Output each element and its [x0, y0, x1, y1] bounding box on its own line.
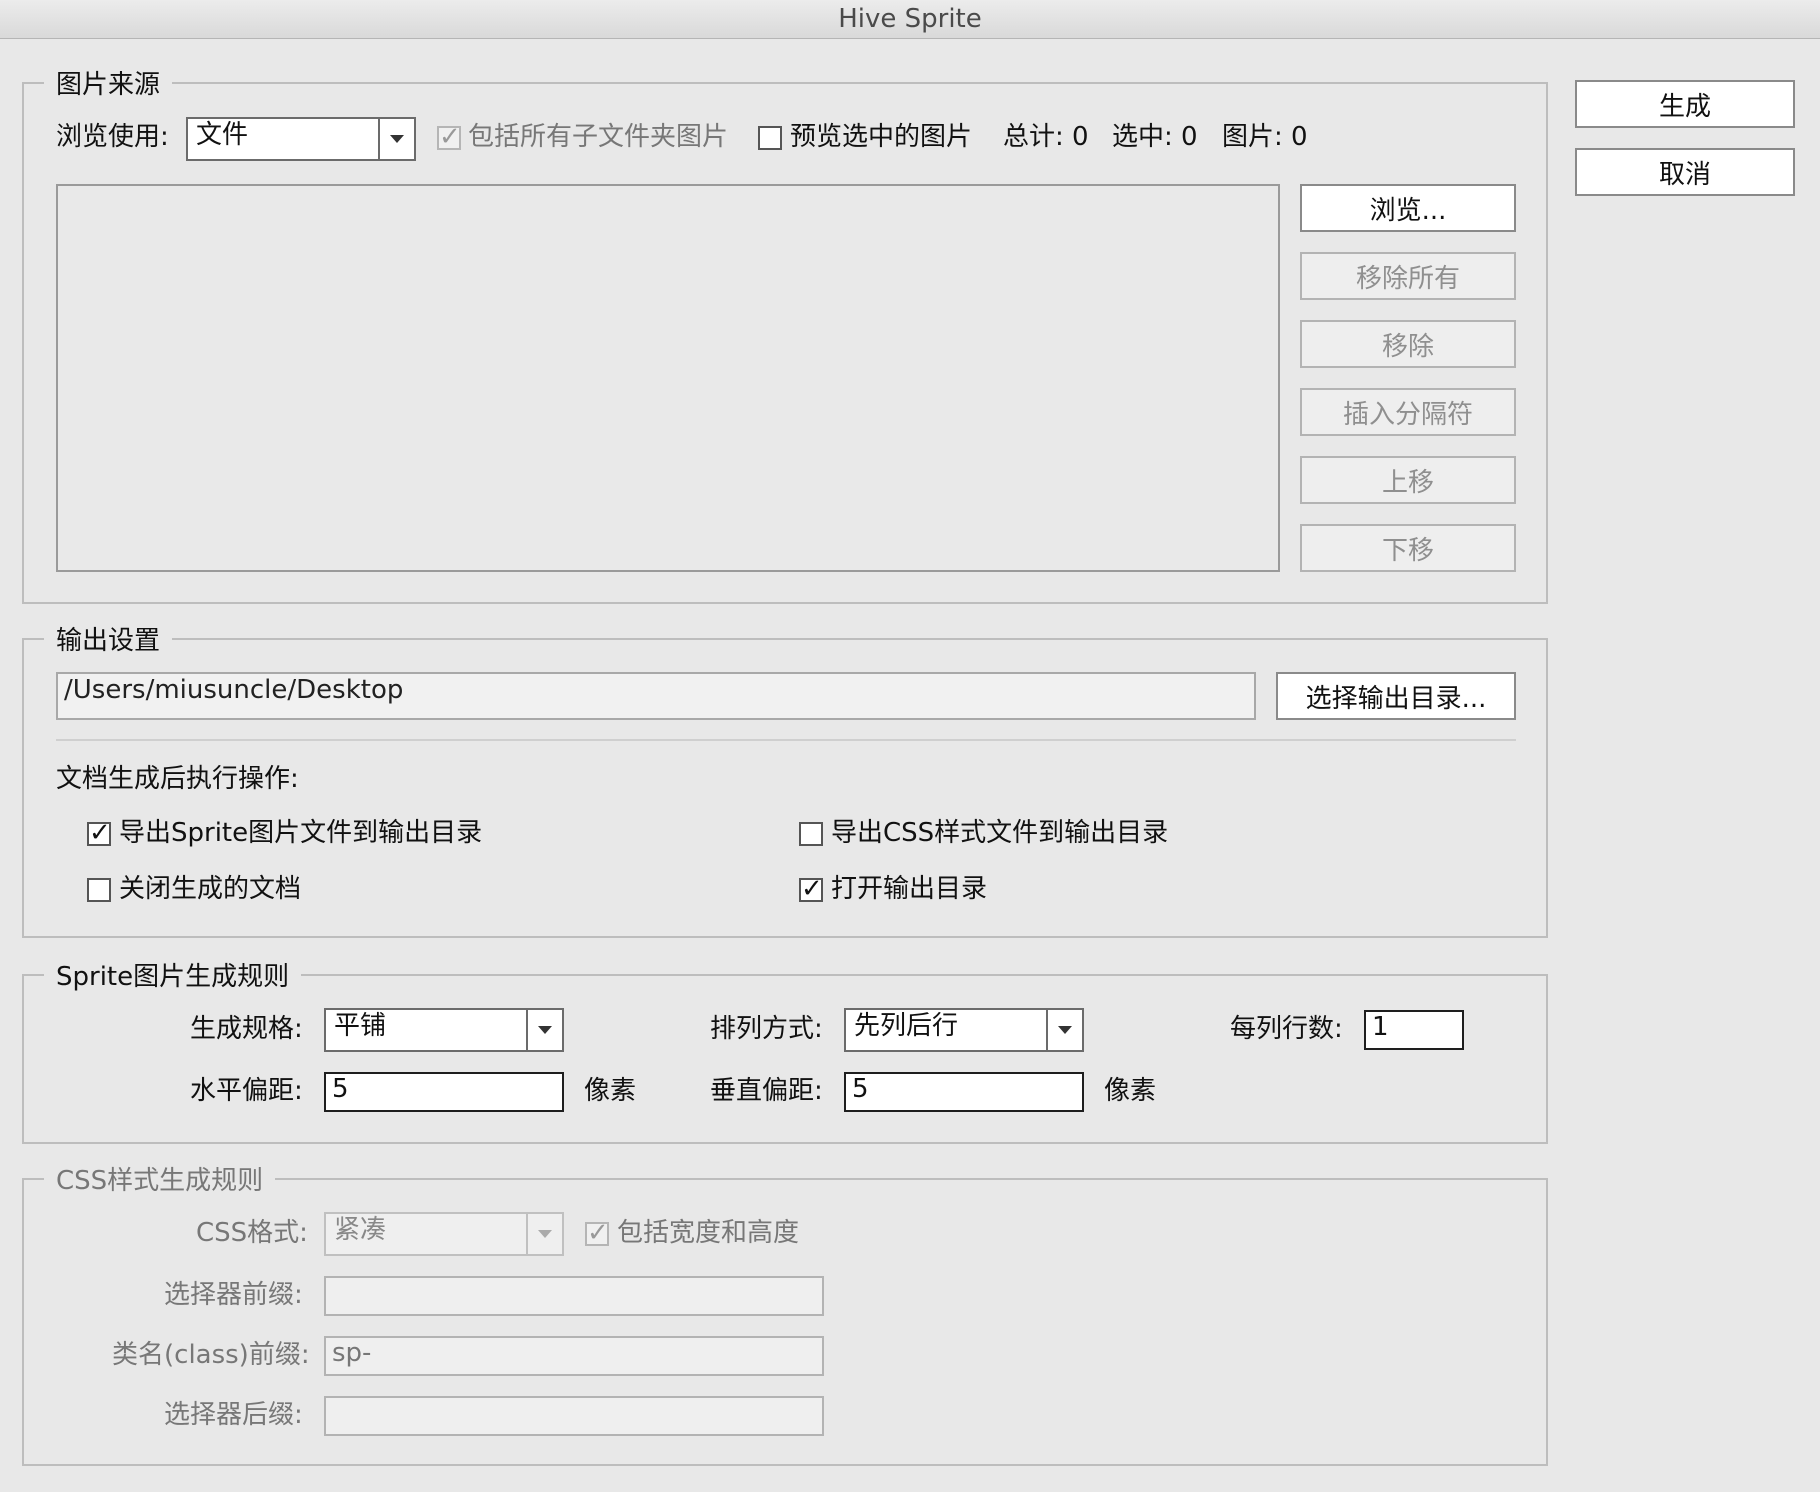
arrange-select[interactable]: 先列后行: [844, 1008, 1084, 1052]
image-list[interactable]: [56, 184, 1280, 572]
rows-per-column-label: 每列行数:: [1230, 1014, 1343, 1044]
window-title: Hive Sprite: [0, 0, 1820, 39]
sprite-rules-legend: Sprite图片生成规则: [44, 960, 302, 994]
generate-button[interactable]: 生成: [1575, 80, 1795, 128]
open-output-dir-label: 打开输出目录: [831, 874, 988, 904]
insert-separator-button[interactable]: 插入分隔符: [1300, 388, 1516, 436]
preview-selected-label: 预览选中的图片: [790, 122, 973, 152]
include-subfolders-label: 包括所有子文件夹图片: [468, 122, 729, 152]
v-gap-label: 垂直偏距:: [710, 1076, 823, 1106]
chevron-down-icon: [378, 119, 414, 159]
chevron-down-icon: [1046, 1010, 1082, 1050]
css-rules-legend: CSS样式生成规则: [44, 1164, 276, 1198]
spec-value: 平铺: [334, 1011, 387, 1041]
chevron-down-icon: [526, 1214, 562, 1254]
browse-using-select[interactable]: 文件: [186, 117, 416, 161]
selector-prefix-field[interactable]: [324, 1276, 824, 1316]
move-up-button[interactable]: 上移: [1300, 456, 1516, 504]
spec-label: 生成规格:: [190, 1014, 303, 1044]
cancel-button[interactable]: 取消: [1575, 148, 1795, 196]
close-doc-label: 关闭生成的文档: [119, 874, 302, 904]
preview-selected-checkbox[interactable]: [758, 126, 782, 150]
remove-all-button[interactable]: 移除所有: [1300, 252, 1516, 300]
class-prefix-label: 类名(class)前缀:: [112, 1340, 310, 1370]
arrange-value: 先列后行: [854, 1011, 959, 1041]
choose-output-dir-button[interactable]: 选择输出目录...: [1276, 672, 1516, 720]
rows-per-column-field[interactable]: 1: [1364, 1010, 1464, 1050]
browse-using-value: 文件: [196, 120, 249, 150]
browse-button[interactable]: 浏览...: [1300, 184, 1516, 232]
spec-select[interactable]: 平铺: [324, 1008, 564, 1052]
export-css-label: 导出CSS样式文件到输出目录: [831, 818, 1169, 848]
selector-suffix-field[interactable]: [324, 1396, 824, 1436]
total-count: 总计: 0: [1003, 122, 1089, 152]
h-gap-unit: 像素: [584, 1076, 637, 1106]
selector-prefix-label: 选择器前缀:: [164, 1280, 303, 1310]
output-settings-legend: 输出设置: [44, 624, 173, 658]
remove-button[interactable]: 移除: [1300, 320, 1516, 368]
arrange-label: 排列方式:: [710, 1014, 823, 1044]
export-sprite-label: 导出Sprite图片文件到输出目录: [119, 818, 483, 848]
selector-suffix-label: 选择器后缀:: [164, 1400, 303, 1430]
sprite-rules-group: [22, 974, 1548, 1144]
v-gap-unit: 像素: [1104, 1076, 1157, 1106]
h-gap-label: 水平偏距:: [190, 1076, 303, 1106]
class-prefix-field[interactable]: sp-: [324, 1336, 824, 1376]
v-gap-field[interactable]: 5: [844, 1072, 1084, 1112]
export-css-checkbox[interactable]: [799, 822, 823, 846]
include-subfolders-checkbox[interactable]: ✓: [437, 124, 461, 150]
browse-using-label: 浏览使用:: [56, 122, 169, 152]
h-gap-field[interactable]: 5: [324, 1072, 564, 1112]
after-generate-label: 文档生成后执行操作:: [56, 764, 299, 794]
include-size-label: 包括宽度和高度: [617, 1218, 800, 1248]
export-sprite-checkbox[interactable]: ✓: [87, 820, 111, 846]
selected-count: 选中: 0: [1112, 122, 1198, 152]
images-count: 图片: 0: [1222, 122, 1308, 152]
output-path-field[interactable]: /Users/miusuncle/Desktop: [56, 672, 1256, 720]
css-format-select[interactable]: 紧凑: [324, 1212, 564, 1256]
include-size-checkbox[interactable]: ✓: [585, 1220, 609, 1246]
open-output-dir-checkbox[interactable]: ✓: [799, 876, 823, 902]
divider: [56, 739, 1516, 741]
css-format-label: CSS格式:: [196, 1218, 308, 1248]
image-source-legend: 图片来源: [44, 68, 173, 102]
chevron-down-icon: [526, 1010, 562, 1050]
move-down-button[interactable]: 下移: [1300, 524, 1516, 572]
close-doc-checkbox[interactable]: [87, 878, 111, 902]
css-format-value: 紧凑: [334, 1215, 387, 1245]
